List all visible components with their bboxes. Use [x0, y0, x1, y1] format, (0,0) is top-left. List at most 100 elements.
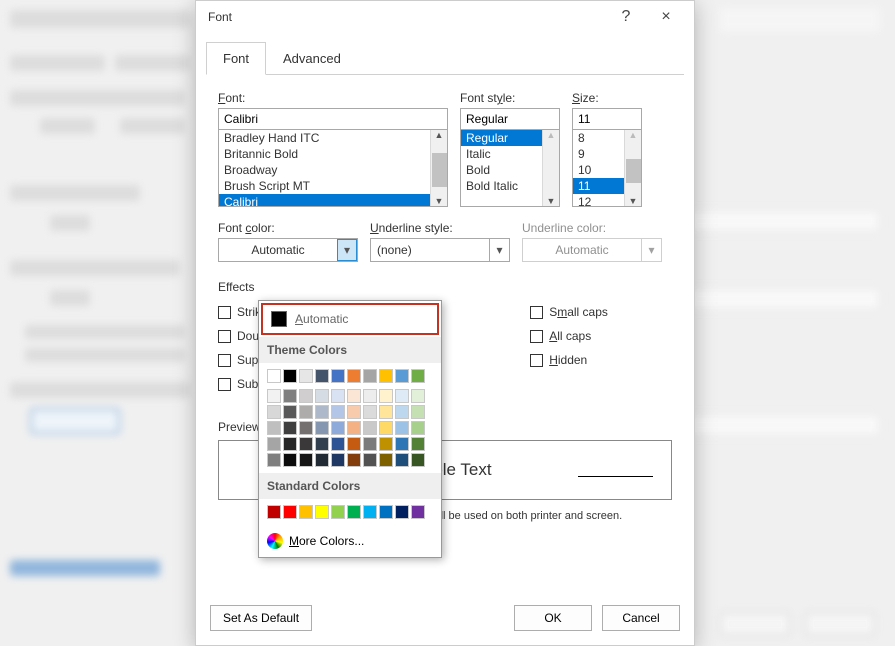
size-scrollbar[interactable]: ▲▼ — [624, 130, 641, 206]
color-swatch[interactable] — [347, 453, 361, 467]
color-swatch[interactable] — [347, 405, 361, 419]
color-swatch[interactable] — [363, 369, 377, 383]
allcaps-checkbox[interactable]: All caps — [530, 326, 672, 346]
color-swatch[interactable] — [283, 505, 297, 519]
size-input[interactable] — [572, 108, 642, 130]
color-swatch[interactable] — [395, 453, 409, 467]
color-swatch[interactable] — [299, 405, 313, 419]
list-item[interactable]: Britannic Bold — [219, 146, 447, 162]
color-swatch[interactable] — [283, 421, 297, 435]
font-listbox[interactable]: Bradley Hand ITCBritannic BoldBroadwayBr… — [218, 129, 448, 207]
list-item[interactable]: Brush Script MT — [219, 178, 447, 194]
color-swatch[interactable] — [347, 437, 361, 451]
color-swatch[interactable] — [395, 437, 409, 451]
color-swatch[interactable] — [411, 453, 425, 467]
color-swatch[interactable] — [363, 421, 377, 435]
hidden-checkbox[interactable]: Hidden — [530, 350, 672, 370]
color-swatch[interactable] — [331, 505, 345, 519]
color-swatch[interactable] — [283, 437, 297, 451]
color-swatch[interactable] — [267, 389, 281, 403]
color-swatch[interactable] — [379, 453, 393, 467]
color-swatch[interactable] — [283, 405, 297, 419]
color-swatch[interactable] — [363, 505, 377, 519]
color-swatch[interactable] — [299, 369, 313, 383]
color-swatch[interactable] — [267, 505, 281, 519]
color-swatch[interactable] — [331, 405, 345, 419]
font-scrollbar[interactable]: ▲▼ — [430, 130, 447, 206]
color-swatch[interactable] — [315, 505, 329, 519]
color-swatch[interactable] — [411, 421, 425, 435]
color-swatch[interactable] — [315, 437, 329, 451]
color-swatch[interactable] — [299, 505, 313, 519]
color-swatch[interactable] — [315, 453, 329, 467]
color-swatch[interactable] — [347, 421, 361, 435]
smallcaps-checkbox[interactable]: Small caps — [530, 302, 672, 322]
color-swatch[interactable] — [331, 389, 345, 403]
color-swatch[interactable] — [331, 421, 345, 435]
underlinestyle-dropdown[interactable]: (none) ▾ — [370, 238, 510, 262]
color-swatch[interactable] — [411, 369, 425, 383]
color-swatch[interactable] — [411, 505, 425, 519]
close-button[interactable]: × — [646, 8, 686, 26]
color-swatch[interactable] — [347, 369, 361, 383]
color-swatch[interactable] — [395, 369, 409, 383]
color-swatch[interactable] — [299, 437, 313, 451]
fontstyle-listbox[interactable]: RegularItalicBoldBold Italic ▲▼ — [460, 129, 560, 207]
color-swatch[interactable] — [315, 421, 329, 435]
color-swatch[interactable] — [379, 389, 393, 403]
color-swatch[interactable] — [299, 453, 313, 467]
color-swatch[interactable] — [411, 389, 425, 403]
color-swatch[interactable] — [283, 389, 297, 403]
list-item[interactable]: Broadway — [219, 162, 447, 178]
more-colors-option[interactable]: More Colors... — [259, 525, 441, 557]
color-swatch[interactable] — [331, 453, 345, 467]
color-swatch[interactable] — [267, 421, 281, 435]
color-automatic-option[interactable]: Automatic — [261, 303, 439, 335]
color-swatch[interactable] — [395, 405, 409, 419]
color-swatch[interactable] — [379, 405, 393, 419]
set-default-button[interactable]: Set As Default — [210, 605, 312, 631]
chevron-down-icon[interactable]: ▾ — [337, 239, 357, 261]
color-swatch[interactable] — [267, 453, 281, 467]
list-item[interactable]: Bradley Hand ITC — [219, 130, 447, 146]
size-listbox[interactable]: 89101112 ▲▼ — [572, 129, 642, 207]
color-swatch[interactable] — [411, 437, 425, 451]
color-swatch[interactable] — [299, 389, 313, 403]
tab-font[interactable]: Font — [206, 42, 266, 75]
ok-button[interactable]: OK — [514, 605, 592, 631]
tab-advanced[interactable]: Advanced — [266, 42, 358, 75]
color-swatch[interactable] — [299, 421, 313, 435]
color-swatch[interactable] — [315, 389, 329, 403]
color-swatch[interactable] — [395, 421, 409, 435]
color-swatch[interactable] — [315, 405, 329, 419]
color-swatch[interactable] — [283, 369, 297, 383]
fontstyle-scrollbar[interactable]: ▲▼ — [542, 130, 559, 206]
chevron-down-icon[interactable]: ▾ — [489, 239, 509, 261]
color-swatch[interactable] — [267, 369, 281, 383]
font-input[interactable] — [218, 108, 448, 130]
list-item[interactable]: Calibri — [219, 194, 447, 207]
fontcolor-dropdown[interactable]: Automatic ▾ — [218, 238, 358, 262]
color-swatch[interactable] — [331, 437, 345, 451]
color-swatch[interactable] — [315, 369, 329, 383]
color-swatch[interactable] — [379, 421, 393, 435]
color-swatch[interactable] — [379, 505, 393, 519]
color-swatch[interactable] — [283, 453, 297, 467]
color-swatch[interactable] — [267, 437, 281, 451]
color-swatch[interactable] — [363, 437, 377, 451]
color-swatch[interactable] — [395, 505, 409, 519]
color-swatch[interactable] — [363, 453, 377, 467]
color-swatch[interactable] — [411, 405, 425, 419]
color-swatch[interactable] — [395, 389, 409, 403]
cancel-button[interactable]: Cancel — [602, 605, 680, 631]
color-swatch[interactable] — [347, 505, 361, 519]
color-swatch[interactable] — [347, 389, 361, 403]
color-swatch[interactable] — [379, 437, 393, 451]
color-swatch[interactable] — [331, 369, 345, 383]
color-swatch[interactable] — [379, 369, 393, 383]
color-swatch[interactable] — [267, 405, 281, 419]
help-button[interactable]: ? — [606, 8, 646, 26]
fontstyle-input[interactable] — [460, 108, 560, 130]
color-swatch[interactable] — [363, 389, 377, 403]
color-swatch[interactable] — [363, 405, 377, 419]
